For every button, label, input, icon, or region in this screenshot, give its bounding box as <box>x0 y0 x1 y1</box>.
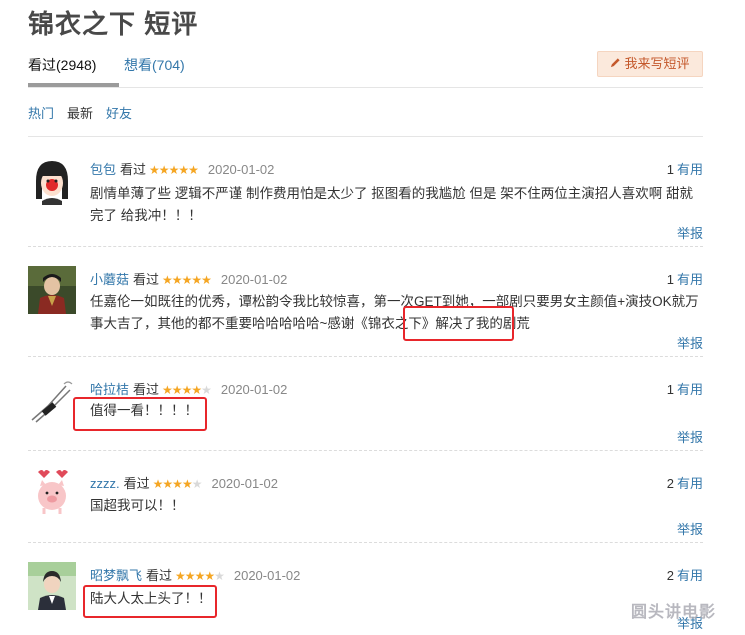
star-filled-icon: ★ <box>149 163 160 177</box>
divider <box>28 542 703 543</box>
review-date: 2020-01-02 <box>211 476 278 491</box>
useful-vote: 1 有用 <box>667 379 703 398</box>
useful-count: 2 <box>666 568 674 583</box>
review-meta: 小蘑菇 看过 ★★★★★ 2020-01-02 <box>90 269 287 288</box>
review-status: 看过 <box>123 476 150 491</box>
review-content: 剧情单薄了些 逻辑不严谨 制作费用怕是太少了 抠图看的我尴尬 但是 架不住两位主… <box>90 186 694 223</box>
avatar[interactable] <box>28 157 76 205</box>
star-filled-icon: ★ <box>171 383 183 397</box>
useful-button[interactable]: 有用 <box>677 162 703 177</box>
review-meta: 包包 看过 ★★★★★ 2020-01-02 <box>90 159 274 178</box>
sort-hot[interactable]: 热门 <box>28 103 54 122</box>
write-review-label: 我来写短评 <box>624 56 690 71</box>
avatar[interactable] <box>28 562 76 610</box>
avatar[interactable] <box>28 266 76 314</box>
divider <box>28 356 703 357</box>
report-link[interactable]: 举报 <box>677 333 703 352</box>
review-date: 2020-01-02 <box>233 568 301 583</box>
star-filled-icon: ★ <box>152 477 164 491</box>
review-status: 看过 <box>133 382 160 397</box>
star-filled-icon: ★ <box>162 273 173 287</box>
review-status: 看过 <box>146 568 173 583</box>
star-empty-icon: ★ <box>191 477 203 491</box>
review-username[interactable]: 小蘑菇 <box>90 272 129 287</box>
red-highlight-box <box>73 397 207 431</box>
review-status: 看过 <box>133 272 160 287</box>
tab-watched[interactable]: 看过(2948) <box>28 55 96 75</box>
star-empty-icon: ★ <box>214 569 225 583</box>
star-filled-icon: ★ <box>188 163 199 177</box>
star-filled-icon: ★ <box>194 569 206 583</box>
star-filled-icon: ★ <box>181 477 193 491</box>
star-filled-icon: ★ <box>171 273 183 287</box>
red-highlight-box <box>403 306 514 341</box>
write-review-button[interactable]: 我来写短评 <box>597 51 703 77</box>
useful-button[interactable]: 有用 <box>677 272 703 287</box>
rating-stars: ★★★★★ <box>162 273 212 287</box>
useful-count: 1 <box>666 382 674 397</box>
review-date: 2020-01-02 <box>207 162 275 177</box>
review-date: 2020-01-02 <box>220 272 288 287</box>
avatar[interactable] <box>28 468 76 516</box>
avatar[interactable] <box>28 376 76 424</box>
useful-vote: 1 有用 <box>667 159 703 178</box>
star-empty-icon: ★ <box>201 383 212 397</box>
rating-stars: ★★★★★ <box>149 163 199 177</box>
star-filled-icon: ★ <box>168 163 180 177</box>
sort-friends[interactable]: 好友 <box>106 103 132 122</box>
useful-count: 2 <box>666 476 674 491</box>
divider <box>28 136 703 137</box>
star-filled-icon: ★ <box>181 273 193 287</box>
red-highlight-box <box>83 585 217 618</box>
star-filled-icon: ★ <box>162 477 173 491</box>
star-filled-icon: ★ <box>158 163 170 177</box>
useful-vote: 1 有用 <box>667 269 703 288</box>
star-filled-icon: ★ <box>178 163 189 177</box>
star-filled-icon: ★ <box>184 569 196 583</box>
star-filled-icon: ★ <box>191 273 202 287</box>
star-filled-icon: ★ <box>172 477 183 491</box>
useful-button[interactable]: 有用 <box>677 476 703 491</box>
rating-stars: ★★★★★ <box>175 569 225 583</box>
review-username[interactable]: 哈拉桔 <box>90 382 129 397</box>
review-meta: 哈拉桔 看过 ★★★★★ 2020-01-02 <box>90 379 287 398</box>
review-username[interactable]: 包包 <box>90 162 116 177</box>
watermark: 圆头讲电影 <box>631 604 717 621</box>
star-filled-icon: ★ <box>181 383 193 397</box>
useful-count: 1 <box>666 162 674 177</box>
review-content: 国超我可以！！ <box>90 498 185 513</box>
tab-want-to-watch[interactable]: 想看(704) <box>124 55 185 75</box>
rating-stars: ★★★★★ <box>162 383 212 397</box>
review-username[interactable]: 昭梦飘飞 <box>90 568 142 583</box>
star-filled-icon: ★ <box>191 383 202 397</box>
report-link[interactable]: 举报 <box>677 223 703 242</box>
review-content: 任嘉伦一如既往的优秀，谭松韵令我比较惊喜，第一次GET到她，一部剧只要男女主颜值… <box>90 294 699 331</box>
star-filled-icon: ★ <box>175 569 186 583</box>
active-tab-indicator <box>28 83 119 87</box>
review-username[interactable]: zzzz. <box>90 476 120 491</box>
divider <box>28 246 703 247</box>
review-meta: zzzz. 看过 ★★★★★ 2020-01-02 <box>90 473 278 492</box>
report-link[interactable]: 举报 <box>677 519 703 538</box>
report-link[interactable]: 举报 <box>677 427 703 446</box>
review-date: 2020-01-02 <box>220 382 288 397</box>
pencil-icon <box>610 52 621 76</box>
useful-button[interactable]: 有用 <box>677 568 703 583</box>
star-filled-icon: ★ <box>204 569 215 583</box>
star-filled-icon: ★ <box>162 383 173 397</box>
divider <box>28 450 703 451</box>
review-status: 看过 <box>120 162 147 177</box>
useful-count: 1 <box>666 272 674 287</box>
useful-button[interactable]: 有用 <box>677 382 703 397</box>
page-title: 锦衣之下 短评 <box>28 9 199 39</box>
useful-vote: 2 有用 <box>667 565 703 584</box>
star-filled-icon: ★ <box>201 273 212 287</box>
rating-stars: ★★★★★ <box>152 477 203 491</box>
sort-latest[interactable]: 最新 <box>67 103 93 122</box>
review-meta: 昭梦飘飞 看过 ★★★★★ 2020-01-02 <box>90 565 300 584</box>
useful-vote: 2 有用 <box>667 473 703 492</box>
